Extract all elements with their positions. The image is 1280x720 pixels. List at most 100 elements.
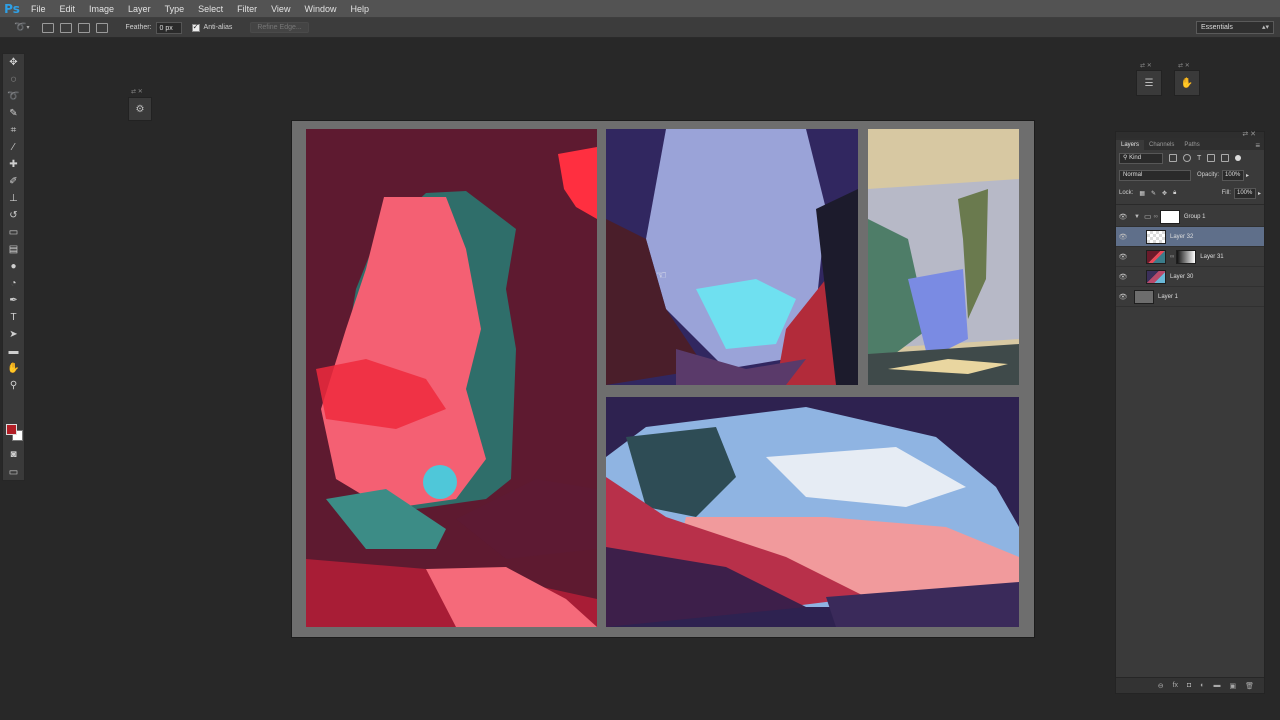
pixel-filter-icon[interactable] — [1169, 154, 1177, 162]
adjustment-filter-icon[interactable] — [1183, 154, 1191, 162]
brush-tool-icon[interactable]: ✐ — [3, 173, 24, 190]
menu-edit[interactable]: Edit — [53, 0, 83, 18]
foreground-color-swatch[interactable] — [6, 424, 17, 435]
quick-mask-icon[interactable]: ◙ — [3, 446, 24, 463]
anti-alias-checkbox[interactable] — [191, 22, 200, 32]
visibility-eye-icon[interactable]: 👁︎ — [1116, 293, 1130, 301]
type-filter-icon[interactable]: T — [1197, 155, 1201, 162]
layer-row-layer-1[interactable]: 👁︎ Layer 1 — [1116, 287, 1264, 307]
add-to-selection-icon[interactable] — [60, 22, 73, 33]
layer-row-layer-30[interactable]: 👁︎ Layer 30 — [1116, 267, 1264, 287]
shape-tool-icon[interactable]: ▬ — [3, 343, 24, 360]
menu-image[interactable]: Image — [82, 0, 121, 18]
visibility-eye-icon[interactable]: 👁︎ — [1116, 233, 1130, 241]
opacity-label: Opacity: — [1197, 172, 1220, 178]
tab-paths[interactable]: Paths — [1179, 140, 1204, 150]
visibility-eye-icon[interactable]: 👁︎ — [1116, 253, 1130, 261]
clone-stamp-tool-icon[interactable]: ⊥ — [3, 190, 24, 207]
eraser-tool-icon[interactable]: ▭ — [3, 224, 24, 241]
adjustment-layer-icon[interactable]: ◐ — [1200, 682, 1204, 689]
pen-tool-icon[interactable]: ✒ — [3, 292, 24, 309]
visibility-eye-icon[interactable]: 👁︎ — [1116, 273, 1130, 281]
adjustments-panel-icon[interactable]: ☰ — [1136, 70, 1162, 96]
fill-input[interactable]: 100% — [1233, 187, 1256, 199]
panel-collapse-icon[interactable]: ⇄ ✕ — [131, 88, 143, 95]
artwork-panel-3 — [868, 129, 1019, 385]
menu-type[interactable]: Type — [158, 0, 192, 18]
menu-select[interactable]: Select — [191, 0, 230, 18]
opacity-input[interactable]: 100% — [1222, 169, 1245, 181]
layers-panel: ⇄ ✕ Layers Channels Paths ≡ ⚲ Kind T Nor… — [1115, 131, 1265, 694]
tab-layers[interactable]: Layers — [1116, 140, 1145, 150]
refine-edge-button[interactable]: Refine Edge... — [250, 22, 309, 33]
lock-transparent-icon[interactable]: ▦ — [1139, 190, 1145, 197]
lasso-tool-icon[interactable]: ➰ — [3, 88, 24, 105]
panel-menu-icon[interactable]: ≡ — [1255, 141, 1260, 150]
lock-all-icon[interactable]: 🔒︎ — [1173, 190, 1176, 197]
gradient-tool-icon[interactable]: ▤ — [3, 241, 24, 258]
link-layers-icon[interactable]: ⊖ — [1158, 682, 1164, 690]
feather-input[interactable]: 0 px — [155, 21, 182, 34]
new-group-icon[interactable]: ▬ — [1213, 682, 1220, 689]
layer-thumbnail — [1134, 289, 1154, 304]
chevron-right-icon[interactable]: ▸ — [1246, 172, 1249, 179]
link-icon: ∞ — [1153, 213, 1158, 220]
menu-help[interactable]: Help — [343, 0, 376, 18]
menu-filter[interactable]: Filter — [230, 0, 264, 18]
layer-row-group-1[interactable]: 👁︎ ▼ ▭ ∞ Group 1 — [1116, 207, 1264, 227]
eyedropper-tool-icon[interactable]: ⁄ — [3, 139, 24, 156]
new-selection-icon[interactable] — [42, 22, 55, 33]
kind-filter-select[interactable]: ⚲ Kind — [1119, 152, 1163, 164]
crop-tool-icon[interactable]: ⌗ — [3, 122, 24, 139]
new-layer-icon[interactable]: ▣ — [1229, 682, 1236, 690]
artwork-sandy-canyon — [868, 129, 1019, 385]
quick-select-tool-icon[interactable]: ✎ — [3, 105, 24, 122]
marquee-tool-icon[interactable]: ◌ — [3, 71, 24, 88]
lock-position-icon[interactable]: ✥ — [1162, 190, 1167, 197]
document-canvas[interactable] — [291, 120, 1035, 638]
feather-label: Feather: — [125, 24, 152, 31]
menu-window[interactable]: Window — [297, 0, 343, 18]
layer-thumbnail — [1146, 249, 1166, 264]
visibility-eye-icon[interactable]: 👁︎ — [1116, 213, 1130, 221]
layer-row-layer-31[interactable]: 👁︎ ∞ Layer 31 — [1116, 247, 1264, 267]
filter-toggle-icon[interactable] — [1235, 155, 1242, 161]
smart-object-filter-icon[interactable] — [1221, 154, 1230, 162]
properties-panel-icon[interactable]: ⚙ — [128, 97, 152, 121]
layer-row-layer-32[interactable]: 👁︎ Layer 32 — [1116, 227, 1264, 247]
layer-name: Layer 30 — [1170, 273, 1194, 280]
zoom-tool-icon[interactable]: ⚲ — [3, 377, 24, 394]
hand-tool-icon[interactable]: ✋ — [3, 360, 24, 377]
anti-alias-label: Anti-alias — [203, 24, 233, 31]
blend-mode-select[interactable]: Normal — [1119, 169, 1191, 181]
shape-filter-icon[interactable] — [1207, 154, 1216, 162]
type-tool-icon[interactable]: T — [3, 309, 24, 326]
brush-panel-icon[interactable]: ✋ — [1174, 70, 1200, 96]
panel-collapse-icon[interactable]: ⇄ ✕ — [1242, 130, 1256, 138]
menu-layer[interactable]: Layer — [121, 0, 158, 18]
panel-collapse-icon[interactable]: ⇄ ✕ — [1178, 62, 1190, 69]
delete-layer-icon[interactable]: 🗑︎ — [1245, 682, 1254, 690]
add-mask-icon[interactable]: ◘ — [1187, 682, 1191, 689]
path-selection-tool-icon[interactable]: ➤ — [3, 326, 24, 343]
chevron-down-icon[interactable]: ▾ — [26, 24, 29, 31]
dodge-tool-icon[interactable]: ◔ — [3, 275, 24, 292]
blur-tool-icon[interactable]: ● — [3, 258, 24, 275]
layer-style-icon[interactable]: fx — [1173, 682, 1178, 689]
history-brush-tool-icon[interactable]: ↺ — [3, 207, 24, 224]
lock-pixels-icon[interactable]: ✎ — [1151, 190, 1156, 197]
menu-file[interactable]: File — [24, 0, 53, 18]
screen-mode-icon[interactable]: ▭ — [3, 464, 24, 481]
workspace-select[interactable]: Essentials ▴▾ — [1196, 21, 1274, 34]
menu-view[interactable]: View — [264, 0, 297, 18]
intersect-selection-icon[interactable] — [96, 22, 109, 33]
tab-channels[interactable]: Channels — [1144, 140, 1179, 150]
chevron-right-icon[interactable]: ▸ — [1258, 190, 1261, 197]
subtract-from-selection-icon[interactable] — [78, 22, 91, 33]
photoshop-logo: Ps — [4, 1, 20, 16]
panel-collapse-icon[interactable]: ⇄ ✕ — [1140, 62, 1152, 69]
lasso-tool-preset-icon[interactable]: ➰ — [14, 22, 26, 33]
disclosure-triangle-icon[interactable]: ▼ — [1134, 214, 1144, 220]
move-tool-icon[interactable]: ✥ — [3, 54, 24, 71]
healing-brush-tool-icon[interactable]: ✚ — [3, 156, 24, 173]
